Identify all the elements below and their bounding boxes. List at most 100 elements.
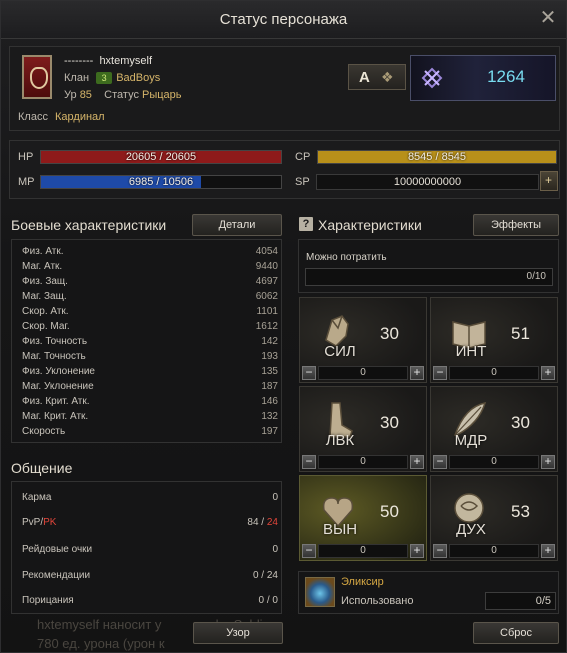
elixir-used-value: 0/5 [485,592,556,610]
help-icon[interactable]: ? [299,217,313,231]
class-value: Кардинал [55,111,105,123]
clan-name[interactable]: BadBoys [116,72,160,84]
pvp-value: 84 [247,517,259,528]
elixir-used-label: Использовано [341,595,414,607]
decrement-button[interactable]: − [433,366,447,380]
elixir-label: Эликсир [341,576,384,588]
attribute-stepper: −0 + [302,455,424,469]
attribute-value: 30 [511,413,530,432]
combat-stat-row: Физ. Точность 142 [22,336,278,351]
titlebar[interactable]: Статус персонажа ✕ [1,1,566,39]
clan-level-badge: 3 [96,72,113,85]
character-info-panel: -------- hxtemyself Клан 3 BadBoys Ур 85… [9,46,560,131]
attribute-value: 50 [380,502,399,521]
attribute-stepper: −0 + [433,455,555,469]
status-value: Рыцарь [142,89,182,101]
combat-stat-value: 187 [261,381,278,392]
increment-button[interactable]: + [541,544,555,558]
character-name: hxtemyself [99,55,153,67]
elixir-icon [305,577,335,607]
combat-stat-row: Маг. Точность 193 [22,351,278,366]
attribute-name: ЛВК [325,432,355,449]
spend-points-panel: Можно потратить 0/10 [298,239,559,293]
attribute-value: 30 [380,324,399,343]
combat-stat-label: Физ. Крит. Атк. [22,396,90,407]
combat-power-value: 1264 [487,67,525,86]
raid-label: Рейдовые очки [22,544,93,555]
attribute-add-field[interactable]: 0 [449,455,539,469]
attribute-add-field[interactable]: 0 [449,366,539,380]
mp-bar: 6985 / 10506 [40,175,282,189]
combat-stat-row: Физ. Атк. 4054 [22,246,278,261]
combat-stat-row: Маг. Крит. Атк. 132 [22,411,278,426]
attribute-stepper: −0 + [302,366,424,380]
elixir-panel: Эликсир Использовано 0/5 [298,571,559,614]
pvp-pk-value: 84 / 24 [247,517,278,528]
close-icon: ✕ [539,7,557,29]
level-label: Ур [64,89,77,101]
attribute-card[interactable]: ДУХ 53 −0 + [430,475,558,561]
class-label: Класс [18,111,48,123]
attribute-name: СИЛ [324,343,356,360]
vitals-panel: HP 20605 / 20605 MP 6985 / 10506 CP 8545… [9,140,560,199]
combat-stat-value: 1612 [255,321,278,332]
mp-bar-text: 6985 / 10506 [128,176,194,188]
attribute-add-field[interactable]: 0 [318,544,408,558]
attribute-add-field[interactable]: 0 [449,544,539,558]
cp-bar-text: 8545 / 8545 [407,151,467,163]
attribute-card[interactable]: ИНТ 51 −0 + [430,297,558,383]
attribute-add-field[interactable]: 0 [318,455,408,469]
attribute-add-field[interactable]: 0 [318,366,408,380]
attribute-value: 51 [511,324,530,343]
sp-value: 10000000000 [316,174,539,190]
pvp-pk-label: PvP/PK [22,517,57,528]
combat-stat-label: Маг. Защ. [22,291,67,302]
combat-stat-value: 135 [261,366,278,377]
reset-button[interactable]: Сброс [473,622,559,644]
rank-letter: A [359,69,370,86]
decrement-button[interactable]: − [302,544,316,558]
combat-stat-value: 9440 [255,261,278,272]
combat-stat-label: Физ. Точность [22,336,88,347]
increment-button[interactable]: + [541,455,555,469]
rank-button[interactable]: A ❖ [348,64,406,90]
combat-stat-value: 142 [261,336,278,347]
clan-crest-icon [22,55,52,99]
sp-label: SP [295,176,310,188]
rank-wings-icon: ❖ [381,69,394,85]
decrement-button[interactable]: − [433,544,447,558]
details-button[interactable]: Детали [192,214,282,236]
decrement-button[interactable]: − [433,455,447,469]
mp-label: MP [18,176,35,188]
combat-stat-value: 146 [261,396,278,407]
combat-stat-label: Маг. Уклонение [22,381,94,392]
class-row: Класс Кардинал [18,111,105,123]
combat-section-title: Боевые характеристики [11,217,167,233]
pvp-label: PvP [22,517,41,528]
close-button[interactable]: ✕ [538,7,558,29]
recommend-label: Рекомендации [22,570,91,581]
increment-button[interactable]: + [541,366,555,380]
cp-label: CP [295,151,311,163]
character-details: -------- hxtemyself Клан 3 BadBoys Ур 85… [64,53,182,104]
spend-label: Можно потратить [306,252,387,263]
decrement-button[interactable]: − [302,455,316,469]
attribute-value: 30 [380,413,399,432]
sp-use-button[interactable] [540,171,558,191]
combat-stats-panel: Физ. Атк. 4054 Маг. Атк. 9440 Физ. Защ. 4697 М… [11,239,282,443]
decrement-button[interactable]: − [302,366,316,380]
combat-power-box[interactable]: 1264 [410,55,556,101]
effects-button[interactable]: Эффекты [473,214,559,236]
recommend-value: 0 / 24 [252,570,278,581]
attribute-card[interactable]: МДР 30 −0 + [430,386,558,472]
hp-bar-text: 20605 / 20605 [125,151,197,163]
increment-button[interactable]: + [410,366,424,380]
attribute-card[interactable]: ЛВК 30 −0 + [299,386,427,472]
increment-button[interactable]: + [410,455,424,469]
combat-stat-row: Маг. Атк. 9440 [22,261,278,276]
inspect-button[interactable]: Узор [193,622,283,644]
combat-power-icon [421,67,443,89]
increment-button[interactable]: + [410,544,424,558]
attribute-card[interactable]: ВЫН 50 −0 + [299,475,427,561]
attribute-card[interactable]: СИЛ 30 −0 + [299,297,427,383]
